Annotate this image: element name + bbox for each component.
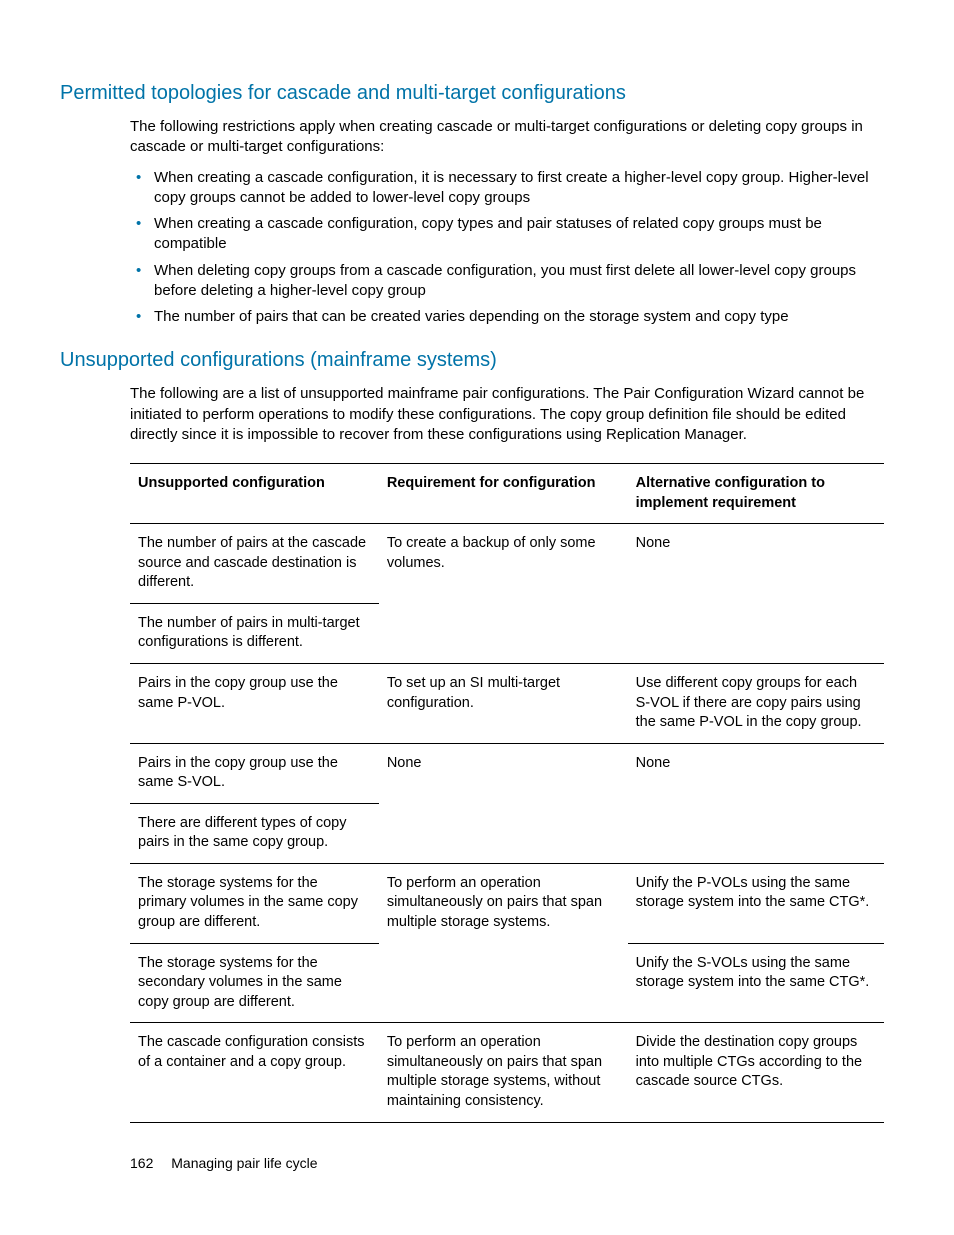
bullet-item: When creating a cascade configuration, c… bbox=[130, 214, 884, 255]
cell: There are different types of copy pairs … bbox=[130, 803, 379, 863]
cell: To perform an operation simultaneously o… bbox=[379, 1023, 628, 1122]
cell: Unify the S-VOLs using the same storage … bbox=[628, 943, 884, 1023]
cell: Unify the P-VOLs using the same storage … bbox=[628, 863, 884, 943]
bullet-item: When creating a cascade configuration, i… bbox=[130, 168, 884, 209]
table-header-row: Unsupported configuration Requirement fo… bbox=[130, 464, 884, 524]
bullet-item: The number of pairs that can be created … bbox=[130, 307, 884, 327]
section-heading-permitted: Permitted topologies for cascade and mul… bbox=[60, 82, 884, 105]
cell: The storage systems for the primary volu… bbox=[130, 863, 379, 943]
cell: The storage systems for the secondary vo… bbox=[130, 943, 379, 1023]
section1-bullets: When creating a cascade configuration, i… bbox=[130, 168, 884, 328]
table-row: The cascade configuration consists of a … bbox=[130, 1023, 884, 1122]
page-number: 162 bbox=[130, 1155, 153, 1171]
th-requirement: Requirement for configuration bbox=[379, 464, 628, 524]
cell: The number of pairs in multi-target conf… bbox=[130, 603, 379, 663]
section2-intro: The following are a list of unsupported … bbox=[130, 384, 884, 445]
table-row: Pairs in the copy group use the same S-V… bbox=[130, 743, 884, 803]
unsupported-config-table: Unsupported configuration Requirement fo… bbox=[130, 463, 884, 1123]
cell: None bbox=[628, 524, 884, 664]
table-row: The number of pairs at the cascade sourc… bbox=[130, 524, 884, 604]
bullet-item: When deleting copy groups from a cascade… bbox=[130, 261, 884, 302]
section1-body: The following restrictions apply when cr… bbox=[130, 117, 884, 327]
section1-intro: The following restrictions apply when cr… bbox=[130, 117, 884, 158]
th-unsupported: Unsupported configuration bbox=[130, 464, 379, 524]
cell: Pairs in the copy group use the same S-V… bbox=[130, 743, 379, 803]
table-row: The storage systems for the primary volu… bbox=[130, 863, 884, 943]
page-footer: 162 Managing pair life cycle bbox=[130, 1155, 318, 1171]
cell: None bbox=[628, 743, 884, 863]
cell: The number of pairs at the cascade sourc… bbox=[130, 524, 379, 604]
cell: Divide the destination copy groups into … bbox=[628, 1023, 884, 1122]
section-heading-unsupported: Unsupported configurations (mainframe sy… bbox=[60, 349, 884, 372]
th-alternative: Alternative configuration to implement r… bbox=[628, 464, 884, 524]
cell: None bbox=[379, 743, 628, 863]
cell: To create a backup of only some volumes. bbox=[379, 524, 628, 664]
table-row: Pairs in the copy group use the same P-V… bbox=[130, 663, 884, 743]
cell: To set up an SI multi-target configurati… bbox=[379, 663, 628, 743]
page: Permitted topologies for cascade and mul… bbox=[0, 0, 954, 1235]
section2-body: The following are a list of unsupported … bbox=[130, 384, 884, 1122]
cell: To perform an operation simultaneously o… bbox=[379, 863, 628, 1022]
footer-title: Managing pair life cycle bbox=[171, 1155, 317, 1171]
cell: Pairs in the copy group use the same P-V… bbox=[130, 663, 379, 743]
cell: The cascade configuration consists of a … bbox=[130, 1023, 379, 1122]
cell: Use different copy groups for each S-VOL… bbox=[628, 663, 884, 743]
